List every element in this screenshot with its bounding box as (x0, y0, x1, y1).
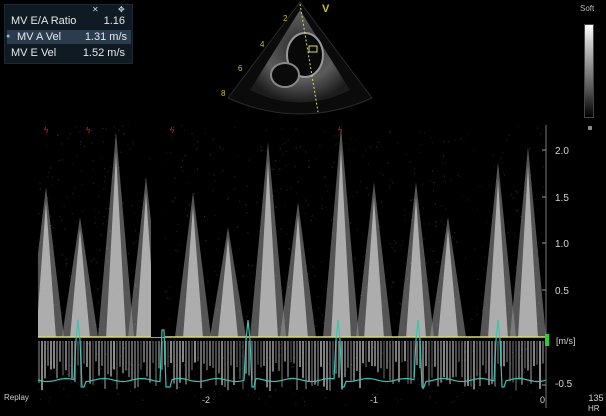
move-icon[interactable]: ✥ (118, 6, 125, 14)
measurement-value: 1.31 m/s (84, 31, 127, 43)
time-label: -1 (370, 395, 379, 405)
velocity-scale-label: 1.0 (555, 239, 569, 250)
measurement-row-e-vel[interactable]: MV E Vel 1.52 m/s (11, 46, 129, 60)
baseline-marker[interactable] (545, 334, 549, 346)
depth-mark: 2 (283, 14, 288, 23)
time-label: -2 (202, 395, 211, 405)
replay-label: Replay (4, 393, 29, 402)
reverse-flow-band (38, 341, 40, 384)
clear-icon[interactable]: ✕ (92, 6, 99, 14)
velocity-scale-label: -0.5 (555, 379, 573, 390)
velocity-scale-label: 0.5 (555, 286, 569, 297)
time-label: 0 (540, 395, 546, 405)
depth-mark: 4 (260, 40, 265, 49)
cycle-marker-icon: ϟ (338, 126, 343, 135)
measurement-label: MV E Vel (11, 47, 57, 59)
grayscale-label: Soft (580, 4, 595, 13)
measurement-panel: ✕ ✥ MV E/A Ratio 1.16 ● MV A Vel 1.31 m/… (4, 4, 133, 64)
heart-rate-label: HR (588, 404, 600, 413)
probe-orientation-marker: V (322, 3, 330, 15)
sector-image (227, 1, 373, 115)
cycle-marker-icon: ϟ (86, 126, 91, 135)
grayscale-bar (584, 24, 594, 118)
measurement-panel-header: ✕ ✥ (92, 6, 128, 14)
depth-mark: 8 (221, 89, 226, 98)
sweep-gap (151, 125, 165, 337)
spectrum-noise (285, 282, 287, 284)
velocity-scale-label: 2.0 (555, 146, 569, 157)
measurement-value: 1.52 m/s (82, 47, 125, 59)
doppler-spectrum: ϟϟϟϟ (38, 125, 547, 408)
measurement-value: 1.16 (103, 15, 125, 27)
depth-mark: 6 (238, 64, 243, 73)
cycle-marker-icon: ϟ (44, 126, 49, 135)
velocity-unit-label: [m/s] (556, 336, 576, 346)
measurement-row-a-vel[interactable]: ● MV A Vel 1.31 m/s (6, 30, 131, 44)
measurement-label: MV E/A Ratio (11, 15, 77, 27)
measurement-label: MV A Vel (17, 31, 62, 43)
velocity-scale-label: 1.5 (555, 193, 569, 204)
measurement-row-ea-ratio[interactable]: MV E/A Ratio 1.16 (11, 14, 129, 28)
heart-rate-value: 135 (588, 393, 604, 403)
selected-bullet-icon: ● (6, 33, 11, 40)
grayscale-tick (588, 126, 592, 130)
